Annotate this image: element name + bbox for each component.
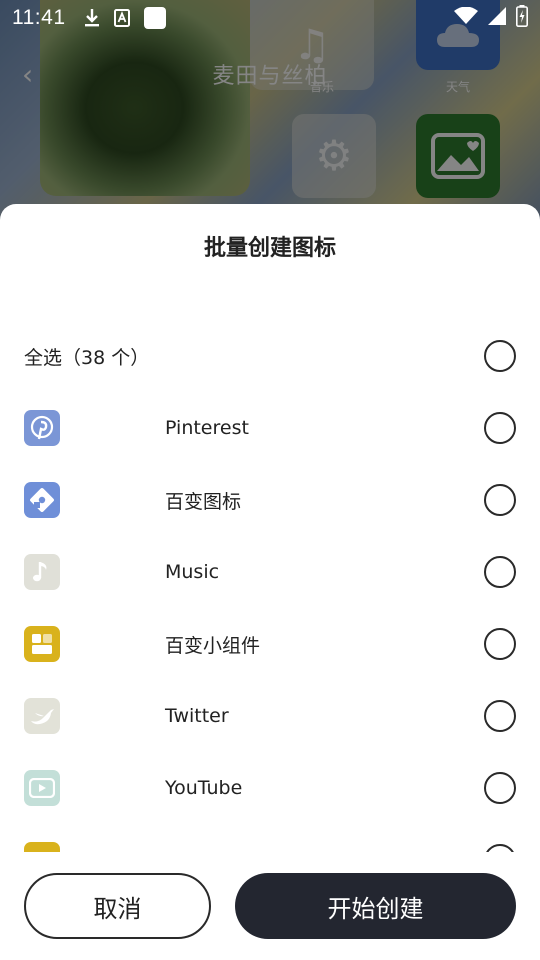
list-item[interactable]: Music	[0, 536, 540, 608]
app-name: Music	[165, 561, 220, 583]
app-name: 百变小组件	[165, 634, 261, 657]
music-note-icon	[24, 554, 60, 590]
list-item[interactable]: 百变图标	[0, 464, 540, 536]
start-create-button[interactable]: 开始创建	[235, 873, 516, 939]
pinterest-icon	[24, 410, 60, 446]
item-radio[interactable]	[484, 700, 516, 732]
sheet-footer: 取消 开始创建	[0, 872, 540, 940]
keyboard-a-icon	[113, 9, 130, 27]
list-item[interactable]: 百变小组件	[0, 608, 540, 680]
list-item[interactable]: Twitter	[0, 680, 540, 752]
play-icon	[24, 770, 60, 806]
wifi-icon	[454, 6, 478, 29]
item-radio[interactable]	[484, 772, 516, 804]
app-name: 百变图标	[165, 490, 242, 513]
item-radio[interactable]	[484, 412, 516, 444]
square-icon	[143, 7, 166, 29]
app-name: Twitter	[165, 705, 229, 727]
batch-create-sheet: 批量创建图标 全选（38 个） Pinterest 百变图标 Music 百变小…	[0, 204, 540, 960]
item-radio[interactable]	[484, 556, 516, 588]
select-all-radio[interactable]	[484, 340, 516, 372]
bird-icon	[24, 698, 60, 734]
select-all-row[interactable]: 全选（38 个）	[0, 332, 540, 380]
signal-icon	[488, 7, 506, 29]
status-bar: 11:41	[0, 0, 540, 36]
item-radio[interactable]	[484, 844, 516, 852]
app-name: Pinterest	[165, 417, 249, 439]
app-list[interactable]: Pinterest 百变图标 Music 百变小组件 Twitter YouTu…	[0, 392, 540, 852]
battery-charging-icon	[516, 5, 528, 31]
item-radio[interactable]	[484, 628, 516, 660]
download-icon	[84, 8, 100, 28]
cancel-button[interactable]: 取消	[24, 873, 211, 939]
app-name: YouTube	[165, 777, 243, 799]
sheet-title: 批量创建图标	[203, 236, 336, 261]
list-item[interactable]: YouTube	[0, 752, 540, 824]
partial-icon	[24, 842, 60, 852]
status-right-icons	[454, 5, 528, 31]
item-radio[interactable]	[484, 484, 516, 516]
status-time: 11:41	[12, 6, 66, 29]
select-all-label: 全选（38 个）	[24, 346, 150, 369]
puzzle-icon	[24, 482, 60, 518]
list-item[interactable]	[0, 824, 540, 852]
widget-icon	[24, 626, 60, 662]
list-item[interactable]: Pinterest	[0, 392, 540, 464]
